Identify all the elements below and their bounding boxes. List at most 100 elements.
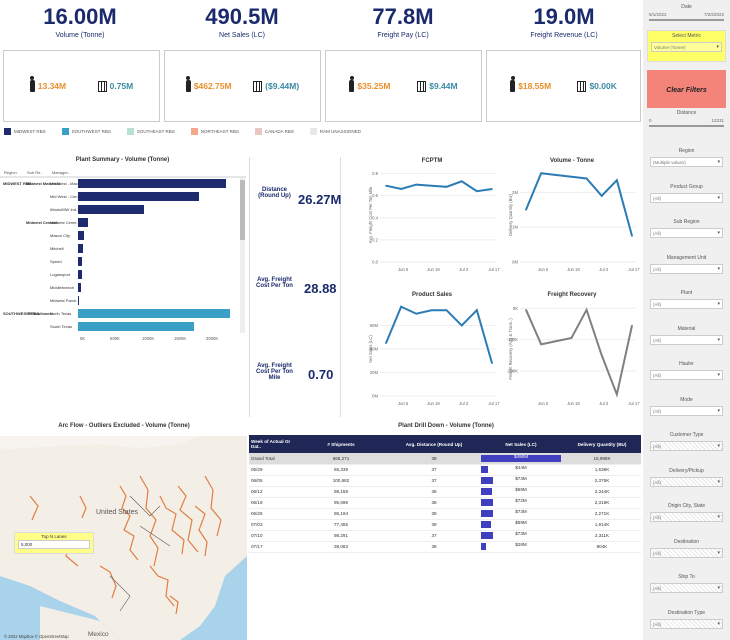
cell-week: 07/10 [249, 530, 293, 542]
data-point [555, 174, 558, 176]
filter-dropdown[interactable]: (All) [650, 583, 723, 593]
filter-dropdown[interactable]: (All) [650, 263, 723, 274]
cell-dist: 38 [389, 541, 479, 553]
filter-product-group: Product Group (All) [647, 181, 726, 212]
x-tick: 500K [110, 336, 120, 341]
select-metric[interactable]: Select Metric Volume (Tonne) [647, 30, 726, 62]
clear-filters-button[interactable]: Clear Filters [647, 70, 726, 110]
filter-dropdown[interactable]: (All) [650, 370, 723, 380]
column-header[interactable]: Delivery Quantity (BU) [563, 435, 641, 453]
filter-dropdown[interactable]: (All) [650, 228, 723, 238]
legend-item[interactable]: SOUTHEAST RBS [126, 128, 175, 135]
table-row[interactable]: 07/03 77,455 39 $59M 1,914K [249, 519, 641, 531]
date-slider[interactable] [649, 19, 724, 21]
data-point [476, 309, 478, 312]
plant-bar [78, 192, 199, 201]
table-row[interactable]: 06/12 98,159 38 $69M 2,344K [249, 486, 641, 498]
manager-label: Midwest Parch.. [50, 298, 78, 303]
column-header[interactable]: Avg. Distance (Round Up) [389, 435, 479, 453]
table-row[interactable]: 06/05 100,682 37 $73M 2,376K [249, 475, 641, 487]
kpi-box-left-value: $18.55M [518, 81, 552, 91]
table-row[interactable]: 07/10 98,291 37 $73M 2,311K [249, 530, 641, 542]
plant-scrollbar[interactable] [240, 180, 245, 240]
kpi-label: Net Sales (LC) [219, 32, 265, 39]
distance-filter[interactable]: Distance 0 12231 [647, 108, 726, 136]
column-header[interactable]: Net Sales (LC) [479, 435, 563, 453]
legend-item[interactable]: MIDWEST RBS [4, 128, 46, 135]
legend-swatch [4, 128, 11, 135]
legend-swatch [190, 128, 198, 135]
legend-item[interactable]: SOUTHWEST RBS [61, 128, 111, 135]
sales-bar [481, 532, 493, 539]
table-row[interactable]: 06/26 95,194 38 $73M 2,271K [249, 508, 641, 520]
filter-dropdown[interactable]: (All) [650, 299, 723, 309]
distance-min[interactable]: 0 [649, 118, 652, 123]
metric-value: 28.88 [304, 281, 337, 296]
y-tick: 0K [513, 306, 518, 311]
kpi-box-right-value: ($9.44M) [265, 81, 300, 91]
filter-label: Plant [680, 290, 693, 296]
cell-week: 05/29 [249, 464, 293, 476]
legend-label: NORTHEAST RBS [200, 129, 239, 134]
date-from[interactable]: 5/1/2022 [649, 12, 667, 17]
filter-dropdown[interactable]: (All) [650, 405, 723, 416]
data-point [400, 188, 402, 190]
freight-recovery-chart: Freight RecoveryFreight Recovery (Agg & … [507, 292, 640, 406]
legend-item[interactable]: CANADA RBS [254, 128, 294, 135]
sales-value: $73M [515, 509, 527, 514]
table-row[interactable]: Grand Total 665,271 39 $490M 15,998K [249, 453, 641, 465]
plant-summary-title: Plant Summary - Volume (Tonne) [75, 157, 170, 163]
y-tick: -200K [507, 368, 518, 373]
plant-bar [78, 218, 88, 227]
filter-dropdown[interactable]: (All) [650, 618, 723, 629]
cell-dist: 38 [389, 486, 479, 498]
y-tick: 0.4 [372, 215, 378, 220]
sales-bar [481, 521, 491, 528]
legend-swatch [254, 128, 262, 135]
legend-item[interactable]: RAM UNASSIGNED [309, 128, 361, 135]
data-point [555, 340, 558, 342]
manager-label: North Texas [50, 311, 71, 316]
date-filter[interactable]: Date 5/1/2022 7/20/2022 [647, 2, 726, 24]
y-tick: 0.2 [372, 237, 378, 242]
filter-dropdown[interactable]: (All) [650, 192, 723, 203]
kpi-box-left-value: 13.34M [37, 81, 67, 91]
filter-label: Origin City, State [667, 503, 706, 509]
top-n-lanes-control[interactable]: Top N Lanes 5,000 [14, 532, 94, 554]
select-metric-dropdown[interactable]: Volume (Tonne) [651, 42, 722, 52]
filter-dropdown[interactable]: (All) [650, 547, 723, 558]
data-point [460, 180, 463, 183]
top-n-input[interactable]: 5,000 [18, 540, 90, 549]
sales-value: $73M [515, 531, 527, 536]
distance-slider[interactable] [649, 125, 724, 127]
sales-bar [481, 488, 493, 495]
column-header[interactable]: Week of Actual GI Dat.. [249, 435, 293, 453]
filter-dropdown[interactable]: (All) [650, 476, 723, 487]
chart-title: Freight Recovery [547, 292, 597, 298]
y-tick: 2M [512, 190, 518, 195]
kpi-volume: 16.00M Volume (Tonne) [10, 4, 150, 39]
table-row[interactable]: 06/19 95,696 38 $72M 2,319K [249, 497, 641, 509]
data-point [445, 309, 448, 312]
cell-ship: 77,455 [293, 519, 389, 531]
x-tick: Jun 5 [538, 401, 549, 406]
filter-dropdown[interactable]: (All) [650, 441, 723, 451]
date-to[interactable]: 7/20/2022 [704, 12, 724, 17]
filter-dropdown[interactable]: (Multiple values) [650, 157, 723, 167]
filter-dropdown[interactable]: (All) [650, 334, 723, 345]
column-header[interactable]: # Shipments [293, 435, 389, 453]
x-tick: Jun 19 [427, 401, 440, 406]
table-row[interactable]: 07/17 38,083 38 $28M 904K [249, 541, 641, 553]
table-row[interactable]: 05/29 65,339 37 $44M 1,536K [249, 464, 641, 476]
cell-qty: 2,319K [563, 497, 641, 509]
cell-week: Grand Total [249, 453, 293, 465]
kpi-label: Freight Pay (LC) [377, 32, 429, 39]
drill-table: Week of Actual GI Dat.. # Shipments Avg. D… [249, 435, 641, 553]
distance-max[interactable]: 12231 [711, 118, 724, 123]
x-tick: Jun 5 [398, 267, 409, 272]
person-icon [29, 76, 35, 92]
manager-label: Mason City [50, 233, 70, 238]
filter-dropdown[interactable]: (All) [650, 512, 723, 522]
legend-item[interactable]: NORTHEAST RBS [190, 128, 239, 135]
filter-sub-region: Sub Region (All) [647, 217, 726, 247]
